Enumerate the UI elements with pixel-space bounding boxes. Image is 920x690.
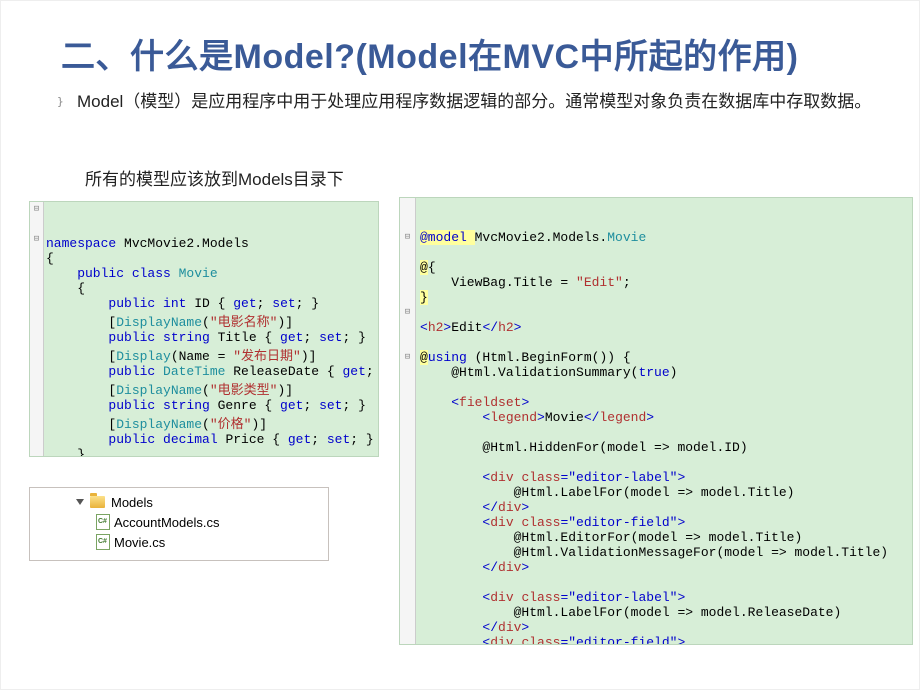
folder-icon <box>90 496 105 508</box>
body-paragraph: Model（模型）是应用程序中用于处理应用程序数据逻辑的部分。通常模型对象负责在… <box>77 91 879 114</box>
csharp-file-icon <box>96 514 110 530</box>
file-label: Movie.cs <box>114 535 165 550</box>
file-label: AccountModels.cs <box>114 515 220 530</box>
chevron-down-icon <box>76 499 84 505</box>
code-gutter: ⊟ ⊟ <box>30 202 44 456</box>
bullet-marker: } <box>57 95 64 108</box>
code-gutter: ⊟ ⊟ ⊟ <box>400 198 416 644</box>
csharp-file-icon <box>96 534 110 550</box>
tree-folder-models[interactable]: Models <box>36 492 322 512</box>
code-block-model: ⊟ ⊟ namespace MvcMovie2.Models { public … <box>29 201 379 457</box>
slide: 二、什么是Model?(Model在MVC中所起的作用) } Model（模型）… <box>0 0 920 690</box>
slide-title: 二、什么是Model?(Model在MVC中所起的作用) <box>61 29 798 78</box>
solution-tree: Models AccountModels.cs Movie.cs <box>29 487 329 561</box>
tree-file[interactable]: AccountModels.cs <box>36 512 322 532</box>
folder-label: Models <box>111 495 153 510</box>
sub-paragraph: 所有的模型应该放到Models目录下 <box>85 165 344 190</box>
tree-file[interactable]: Movie.cs <box>36 532 322 552</box>
code-block-view: ⊟ ⊟ ⊟ @model MvcMovie2.Models.Movie @{ V… <box>399 197 913 645</box>
